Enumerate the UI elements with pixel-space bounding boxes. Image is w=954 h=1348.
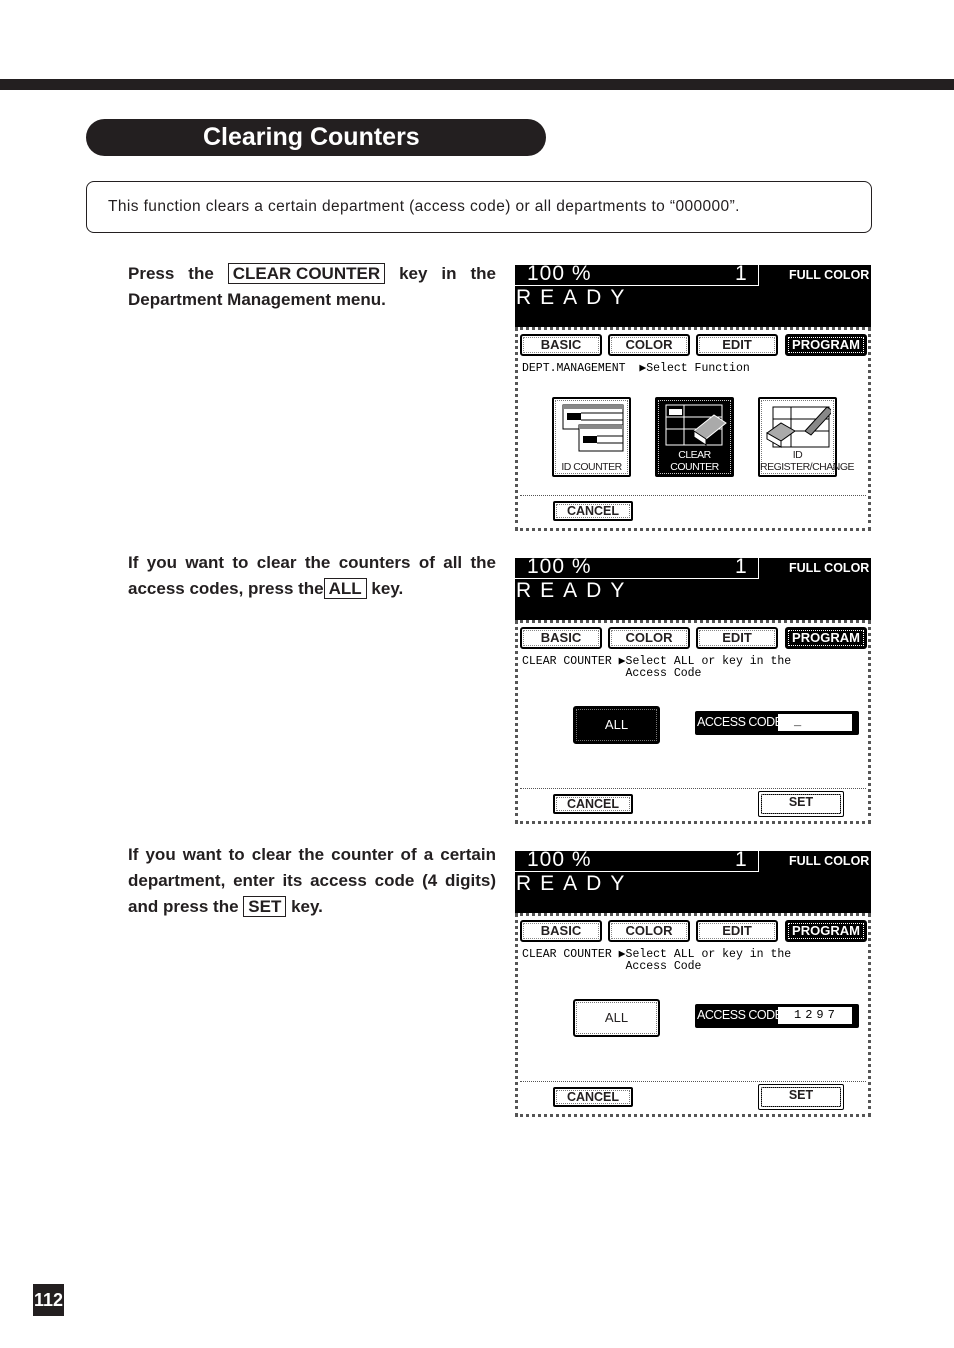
step-text: Department Management menu.: [128, 290, 386, 309]
cancel-button[interactable]: CANCEL: [553, 501, 633, 521]
zoom-readout: 100 %: [527, 265, 592, 285]
divider: [520, 788, 866, 789]
copies-readout: 1: [735, 558, 747, 578]
step-text: department, enter its access code (4 dig…: [128, 871, 496, 890]
id-counter-label: ID COUNTER: [561, 461, 622, 473]
access-code-field[interactable]: 1297: [778, 1007, 852, 1024]
program-panel: BASIC COLOR EDIT PROGRAM CLEAR COUNTER ▶…: [515, 913, 871, 1117]
status-message: READY: [516, 579, 634, 602]
tab-bar: BASIC COLOR EDIT PROGRAM: [520, 920, 867, 942]
key-clear-counter: CLEAR COUNTER: [227, 263, 386, 284]
page-number: 112: [33, 1284, 64, 1316]
tab-edit[interactable]: EDIT: [696, 334, 778, 356]
zoom-readout: 100 %: [527, 558, 592, 578]
step-text: key.: [371, 579, 404, 598]
cancel-button[interactable]: CANCEL: [553, 1087, 633, 1107]
tab-color[interactable]: COLOR: [608, 920, 690, 942]
step-text: If you want to clear the counters of all…: [128, 553, 496, 572]
status-message: READY: [516, 872, 634, 895]
zoom-readout: 100 %: [527, 851, 592, 871]
status-bar: 100 % 1: [515, 558, 759, 579]
program-panel: BASIC COLOR EDIT PROGRAM DEPT.MANAGEMENT…: [515, 327, 871, 531]
access-code-group: ACCESS CODE _: [695, 711, 859, 735]
divider: [520, 1081, 866, 1082]
copies-readout: 1: [735, 265, 747, 285]
tab-program[interactable]: PROGRAM: [785, 920, 867, 942]
tab-bar: BASIC COLOR EDIT PROGRAM: [520, 627, 867, 649]
tab-color[interactable]: COLOR: [608, 627, 690, 649]
tab-edit[interactable]: EDIT: [696, 627, 778, 649]
color-mode: FULL COLOR: [789, 854, 870, 868]
instruction-message: DEPT.MANAGEMENT ▶Select Function: [522, 362, 750, 375]
page-title: Clearing Counters: [86, 119, 546, 156]
tab-basic[interactable]: BASIC: [520, 627, 602, 649]
access-code-label: ACCESS CODE: [697, 715, 783, 729]
step-2-text: If you want to clear the counters of all…: [128, 550, 496, 602]
set-button[interactable]: SET: [758, 1084, 844, 1110]
status-message: READY: [516, 286, 634, 309]
clear-counter-label: CLEAR COUNTER: [670, 449, 719, 473]
tab-basic[interactable]: BASIC: [520, 334, 602, 356]
step-text: key in the: [399, 264, 496, 283]
set-button[interactable]: SET: [758, 791, 844, 817]
access-code-field[interactable]: _: [778, 714, 852, 731]
tab-color[interactable]: COLOR: [608, 334, 690, 356]
divider: [520, 495, 866, 496]
color-mode: FULL COLOR: [789, 268, 870, 282]
program-panel: BASIC COLOR EDIT PROGRAM CLEAR COUNTER ▶…: [515, 620, 871, 824]
all-button[interactable]: ALL: [573, 706, 660, 744]
key-all: ALL: [323, 578, 367, 599]
tab-edit[interactable]: EDIT: [696, 920, 778, 942]
instruction-message: CLEAR COUNTER ▶Select ALL or key in the …: [522, 655, 792, 680]
step-text: Press the: [128, 264, 214, 283]
id-register-change-button[interactable]: ID REGISTER/CHANGE: [758, 397, 855, 477]
copier-screen-dept-management: 100 % 1 FULL COLOR READY BASIC COLOR EDI…: [515, 265, 871, 531]
copies-readout: 1: [735, 851, 747, 871]
tab-basic[interactable]: BASIC: [520, 920, 602, 942]
step-text: access codes, press the: [128, 579, 324, 598]
tab-bar: BASIC COLOR EDIT PROGRAM: [520, 334, 867, 356]
copier-screen-access-code-entered: 100 % 1 FULL COLOR READY BASIC COLOR EDI…: [515, 851, 871, 1117]
table-icon: [562, 404, 624, 452]
key-set: SET: [243, 896, 287, 917]
step-text: and press the: [128, 897, 239, 916]
status-bar: 100 % 1: [515, 265, 759, 286]
color-mode: FULL COLOR: [789, 561, 870, 575]
id-register-change-label: ID REGISTER/CHANGE: [760, 449, 855, 473]
step-text: key.: [291, 897, 323, 916]
tab-program[interactable]: PROGRAM: [785, 334, 867, 356]
status-bar: 100 % 1: [515, 851, 759, 872]
step-1-text: Press the CLEAR COUNTER key in the Depar…: [128, 261, 496, 313]
cancel-button[interactable]: CANCEL: [553, 794, 633, 814]
instruction-message: CLEAR COUNTER ▶Select ALL or key in the …: [522, 948, 792, 973]
header-rule: [0, 79, 954, 90]
id-counter-button[interactable]: ID COUNTER: [552, 397, 631, 477]
access-code-group: ACCESS CODE 1297: [695, 1004, 859, 1028]
tab-program[interactable]: PROGRAM: [785, 627, 867, 649]
intro-box: This function clears a certain departmen…: [86, 181, 872, 233]
step-text: If you want to clear the counter of a ce…: [128, 845, 496, 864]
copier-screen-clear-counter: 100 % 1 FULL COLOR READY BASIC COLOR EDI…: [515, 558, 871, 824]
access-code-label: ACCESS CODE: [697, 1008, 783, 1022]
clear-counter-button[interactable]: CLEAR COUNTER: [655, 397, 734, 477]
step-3-text: If you want to clear the counter of a ce…: [128, 842, 496, 920]
all-button[interactable]: ALL: [573, 999, 660, 1037]
